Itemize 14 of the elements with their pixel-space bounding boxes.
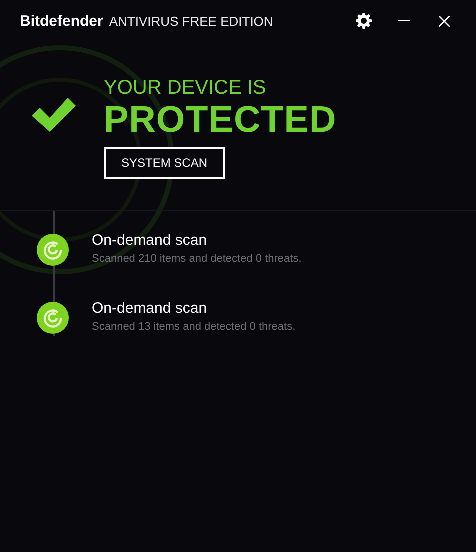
scan-target-icon (37, 234, 69, 266)
close-icon (438, 16, 450, 26)
scan-target-icon (37, 302, 69, 334)
event-title: On-demand scan (92, 232, 208, 249)
system-scan-button[interactable]: SYSTEM SCAN (104, 147, 225, 179)
event-title: On-demand scan (92, 300, 208, 317)
event-detail: Scanned 210 items and detected 0 threats. (92, 253, 302, 265)
status-heading: PROTECTED (104, 100, 337, 140)
event-detail: Scanned 13 items and detected 0 threats. (92, 321, 296, 333)
settings-icon (356, 13, 372, 29)
minimize-icon (398, 20, 410, 22)
status-caption: YOUR DEVICE IS (104, 76, 266, 100)
window-title: ANTIVIRUS FREE EDITION (109, 14, 274, 28)
brand-name: Bitdefender (20, 12, 104, 30)
